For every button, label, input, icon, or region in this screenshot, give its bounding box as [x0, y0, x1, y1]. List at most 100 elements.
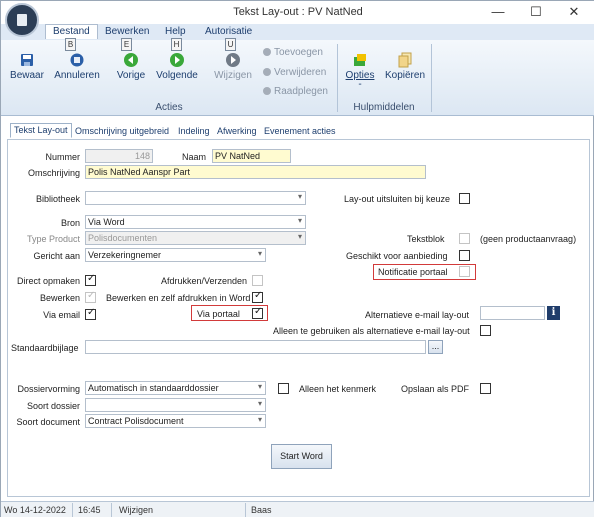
menu-bewerken[interactable]: Bewerken [105, 26, 149, 37]
opties-dropdown-marker: - [358, 79, 362, 90]
menu-bar: Bestand Bewerken Help Autorisatie [1, 24, 594, 41]
bibliotheek-select[interactable] [85, 191, 306, 205]
dossiervorming-select[interactable]: Automatisch in standaarddossier [85, 381, 266, 395]
kopieren-button[interactable]: Kopiëren [383, 52, 427, 81]
wijzigen-button[interactable]: Wijzigen [211, 52, 255, 81]
alleen-kenmerk-label: Alleen het kenmerk [299, 384, 377, 394]
raadplegen-label: Raadplegen [274, 86, 328, 97]
tab-evenement-acties[interactable]: Evenement acties [264, 126, 336, 136]
verwijderen-label: Verwijderen [274, 67, 327, 78]
direct-opmaken-label: Direct opmaken [16, 276, 80, 286]
soort-dossier-select[interactable] [85, 398, 266, 412]
dossiervorming-label: Dossiervorming [17, 384, 80, 394]
layout-uitsluiten-checkbox[interactable] [459, 193, 470, 204]
afdrukken-verzenden-checkbox[interactable] [252, 275, 263, 286]
bibliotheek-label: Bibliotheek [35, 194, 80, 204]
alt-email-layout-field[interactable] [480, 306, 545, 320]
vorige-button[interactable]: Vorige [113, 52, 149, 81]
menu-autorisatie[interactable]: Autorisatie [205, 26, 252, 37]
status-bar: Wo 14-12-2022 16:45 Wijzigen Baas [1, 501, 594, 517]
soort-document-select[interactable]: Contract Polisdocument [85, 414, 266, 428]
close-button[interactable]: ✕ [559, 3, 589, 21]
type-product-label: Type Product [26, 234, 80, 244]
opties-button[interactable]: Opties - [341, 52, 379, 90]
info-icon[interactable]: i [547, 306, 560, 320]
browse-button[interactable]: ... [428, 340, 443, 354]
arrow-left-icon [124, 53, 138, 67]
bron-label: Bron [60, 218, 80, 228]
status-user: Baas [251, 505, 272, 515]
bewaar-label: Bewaar [10, 70, 44, 81]
options-icon [354, 54, 366, 66]
group-acties-label: Acties [155, 102, 183, 113]
tab-indeling[interactable]: Indeling [178, 126, 210, 136]
naam-field[interactable]: PV NatNed [212, 149, 291, 163]
ribbon-separator [431, 44, 432, 112]
bewerken-label: Bewerken [39, 293, 80, 303]
alleen-alternatief-checkbox[interactable] [480, 325, 491, 336]
nummer-label: Nummer [45, 152, 80, 162]
menu-help[interactable]: Help [165, 26, 186, 37]
geen-productaanvraag-label: (geen productaanvraag) [480, 234, 577, 244]
menu-bestand[interactable]: Bestand [45, 24, 98, 39]
via-portaal-label: Via portaal [197, 309, 240, 319]
minimize-button[interactable]: — [483, 3, 513, 21]
via-email-label: Via email [43, 310, 80, 320]
opslaan-pdf-label: Opslaan als PDF [401, 384, 470, 394]
layout-uitsluiten-label: Lay-out uitsluiten bij keuze [344, 194, 451, 204]
annuleren-button[interactable]: Annuleren [53, 52, 101, 81]
tekstblok-checkbox[interactable] [459, 233, 470, 244]
geschikt-aanbieding-label: Geschikt voor aanbieding [346, 251, 448, 261]
keytip-b: B [65, 38, 76, 51]
omschrijving-field[interactable]: Polis NatNed Aanspr Part [85, 165, 426, 179]
add-icon [263, 48, 271, 56]
view-icon [263, 87, 271, 95]
afdrukken-verzenden-label: Afdrukken/Verzenden [161, 276, 248, 286]
tab-tekst-layout[interactable]: Tekst Lay-out [10, 123, 72, 138]
cancel-icon [70, 53, 84, 67]
wijzigen-label: Wijzigen [214, 70, 252, 81]
verwijderen-button[interactable]: Verwijderen [263, 67, 326, 78]
gericht-aan-label: Gericht aan [33, 251, 80, 261]
status-mode: Wijzigen [119, 505, 154, 515]
application-window: Tekst Lay-out : PV NatNed — ☐ ✕ Bestand … [0, 0, 594, 517]
via-portaal-checkbox[interactable] [252, 306, 263, 319]
maximize-button[interactable]: ☐ [521, 3, 551, 21]
status-date: Wo 14-12-2022 [4, 505, 66, 515]
alt-email-layout-label: Alternatieve e-mail lay-out [365, 310, 470, 320]
bewerken-checkbox[interactable] [85, 290, 96, 303]
bewerken-zelf-checkbox[interactable] [252, 290, 263, 303]
bewaar-button[interactable]: Bewaar [9, 52, 45, 81]
bron-select[interactable]: Via Word [85, 215, 306, 229]
toevoegen-button[interactable]: Toevoegen [263, 47, 323, 58]
keytip-h: H [171, 38, 182, 51]
app-logo[interactable] [5, 3, 39, 37]
title-bar: Tekst Lay-out : PV NatNed — ☐ ✕ [1, 1, 594, 25]
notificatie-portaal-checkbox[interactable] [459, 266, 470, 277]
omschrijving-label: Omschrijving [27, 168, 80, 178]
toevoegen-label: Toevoegen [274, 47, 323, 58]
gericht-aan-select[interactable]: Verzekeringnemer [85, 248, 266, 262]
start-word-button[interactable]: Start Word [271, 444, 332, 469]
ribbon: B E H U Bewaar Annuleren Vorige Volgende… [1, 38, 594, 116]
standaardbijlage-field[interactable] [85, 340, 426, 354]
volgende-button[interactable]: Volgende [153, 52, 201, 81]
via-email-checkbox[interactable] [85, 307, 96, 320]
keytip-e: E [121, 38, 132, 51]
soort-dossier-label: Soort dossier [26, 401, 80, 411]
delete-icon [263, 68, 271, 76]
alleen-kenmerk-checkbox[interactable] [278, 383, 289, 394]
copy-icon [398, 52, 412, 68]
tab-afwerking[interactable]: Afwerking [217, 126, 257, 136]
type-product-select[interactable]: Polisdocumenten [85, 231, 306, 245]
opslaan-pdf-checkbox[interactable] [480, 383, 491, 394]
bewerken-zelf-label: Bewerken en zelf afdrukken in Word [106, 293, 251, 303]
status-time: 16:45 [78, 505, 101, 515]
tab-omschrijving-uitgebreid[interactable]: Omschrijving uitgebreid [75, 126, 169, 136]
direct-opmaken-checkbox[interactable] [85, 273, 96, 286]
nummer-field[interactable]: 148 [85, 149, 153, 163]
annuleren-label: Annuleren [54, 70, 100, 81]
raadplegen-button[interactable]: Raadplegen [263, 86, 328, 97]
alleen-alternatief-label: Alleen te gebruiken als alternatieve e-m… [273, 326, 470, 336]
geschikt-aanbieding-checkbox[interactable] [459, 250, 470, 261]
